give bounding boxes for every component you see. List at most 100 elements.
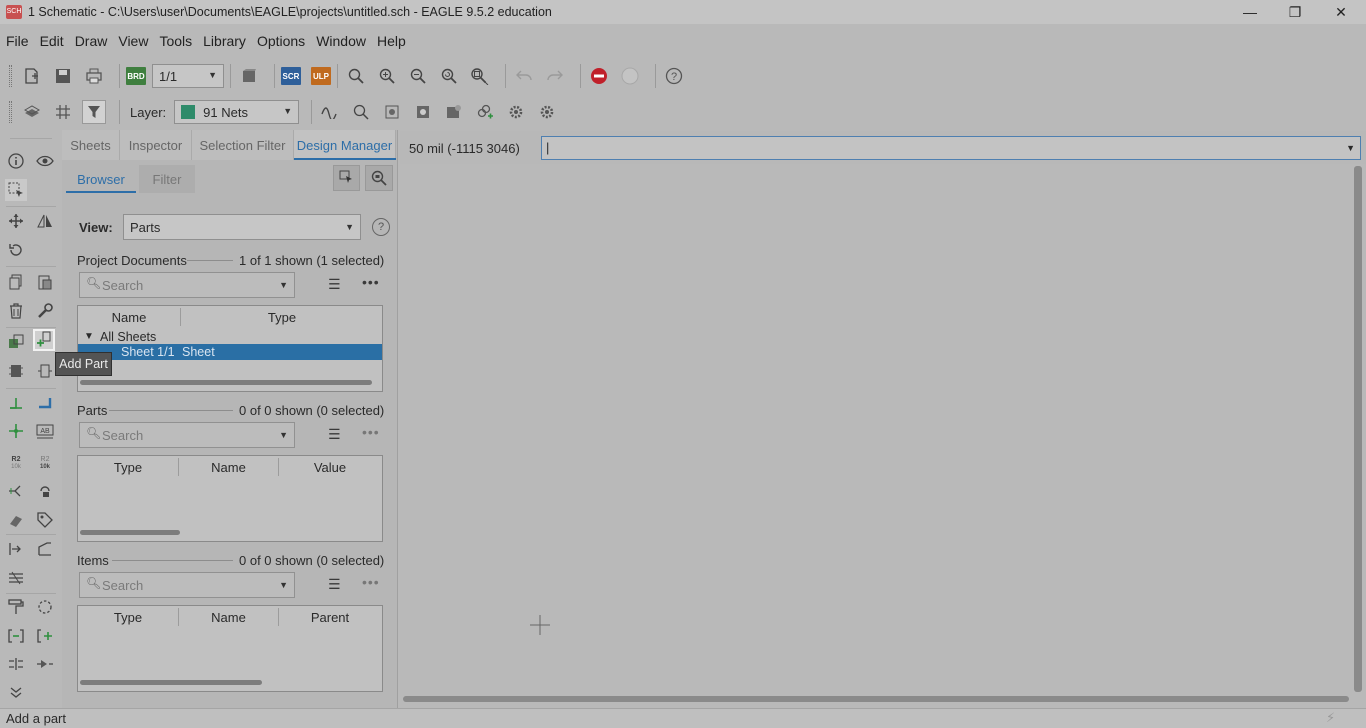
line-icon[interactable] bbox=[34, 538, 56, 560]
more-tools-chevron-icon[interactable] bbox=[5, 681, 27, 703]
module-port-icon[interactable] bbox=[5, 625, 27, 647]
layer-settings-icon[interactable] bbox=[20, 100, 44, 124]
column-header-name[interactable]: Name bbox=[179, 606, 278, 628]
junction-icon[interactable] bbox=[5, 420, 27, 442]
minimize-button[interactable]: — bbox=[1227, 0, 1273, 24]
expand-arrow-icon[interactable]: ▼ bbox=[84, 331, 94, 342]
more-options-icon[interactable]: ••• bbox=[362, 574, 380, 590]
library-manager-icon[interactable] bbox=[411, 100, 435, 124]
toolbar-grip[interactable] bbox=[9, 101, 12, 123]
slice-icon[interactable] bbox=[5, 653, 27, 675]
vertical-scrollbar[interactable] bbox=[1354, 166, 1362, 692]
tag-icon[interactable] bbox=[34, 509, 56, 531]
schematic-canvas[interactable] bbox=[402, 165, 1351, 693]
menu-window[interactable]: Window bbox=[310, 33, 371, 49]
move-icon[interactable] bbox=[5, 210, 27, 232]
print-icon[interactable] bbox=[82, 64, 106, 88]
horizontal-scrollbar[interactable] bbox=[80, 380, 372, 385]
select-group-icon[interactable] bbox=[5, 179, 27, 201]
project-documents-search[interactable]: 🔍︎ Search ▼ bbox=[79, 272, 295, 298]
layer-select[interactable]: 91 Nets ▼ bbox=[174, 100, 300, 124]
replace-icon[interactable] bbox=[5, 331, 27, 353]
column-header-type[interactable]: Type bbox=[78, 606, 178, 628]
tab-selection-filter[interactable]: Selection Filter bbox=[192, 130, 294, 160]
pin-swap-icon[interactable] bbox=[5, 538, 27, 560]
delete-icon[interactable] bbox=[5, 300, 27, 322]
table-row-selected[interactable]: Sheet 1/1 Sheet bbox=[78, 344, 382, 360]
tab-sheets[interactable]: Sheets bbox=[62, 130, 120, 160]
subtab-filter[interactable]: Filter bbox=[139, 165, 195, 193]
more-options-icon[interactable]: ••• bbox=[362, 274, 380, 290]
zoom-redraw-icon[interactable] bbox=[437, 64, 461, 88]
horizontal-scrollbar[interactable] bbox=[80, 530, 180, 535]
name-icon[interactable]: R2 10k bbox=[5, 451, 27, 473]
wire-icon[interactable] bbox=[5, 392, 27, 414]
menu-view[interactable]: View bbox=[112, 33, 153, 49]
horizontal-scrollbar[interactable] bbox=[80, 680, 262, 685]
add-link-icon[interactable] bbox=[473, 100, 497, 124]
cam-processor-icon[interactable] bbox=[237, 64, 261, 88]
menu-edit[interactable]: Edit bbox=[34, 33, 69, 49]
close-button[interactable]: ✕ bbox=[1318, 0, 1364, 24]
menu-options[interactable]: Options bbox=[251, 33, 310, 49]
zoom-select-icon[interactable] bbox=[468, 64, 492, 88]
column-header-type[interactable]: Type bbox=[78, 456, 178, 478]
polygon-icon[interactable] bbox=[34, 596, 56, 618]
invoke-icon[interactable] bbox=[34, 360, 56, 382]
paste-icon[interactable] bbox=[34, 271, 56, 293]
script-icon[interactable]: SCR bbox=[281, 67, 301, 85]
group-all-sheets[interactable]: All Sheets bbox=[100, 330, 156, 344]
net-classes-icon[interactable] bbox=[34, 480, 56, 502]
more-options-icon[interactable]: ••• bbox=[362, 424, 380, 440]
menu-file[interactable]: File bbox=[0, 33, 34, 49]
toolbar-grip[interactable] bbox=[9, 65, 12, 87]
align-icon[interactable] bbox=[5, 567, 27, 589]
change-wrench-icon[interactable] bbox=[34, 300, 56, 322]
info-icon[interactable] bbox=[5, 150, 27, 172]
view-help-icon[interactable]: ? bbox=[372, 218, 390, 236]
help-icon[interactable]: ? bbox=[662, 64, 686, 88]
go-icon[interactable] bbox=[618, 64, 642, 88]
command-input[interactable]: | ▼ bbox=[541, 136, 1361, 160]
package-icon[interactable] bbox=[442, 100, 466, 124]
horizontal-scrollbar[interactable] bbox=[403, 696, 1349, 702]
column-header-value[interactable]: Value bbox=[279, 456, 381, 478]
column-header-name[interactable]: Name bbox=[179, 456, 278, 478]
mirror-icon[interactable] bbox=[34, 210, 56, 232]
zoom-fit-icon[interactable] bbox=[344, 64, 368, 88]
settings-gear-2-icon[interactable] bbox=[535, 100, 559, 124]
items-search[interactable]: 🔍︎ Search ▼ bbox=[79, 572, 295, 598]
show-eye-icon[interactable] bbox=[34, 150, 56, 172]
list-view-icon[interactable]: ☰ bbox=[328, 276, 341, 293]
grid-icon[interactable] bbox=[51, 100, 75, 124]
library-icon[interactable] bbox=[380, 100, 404, 124]
column-header-parent[interactable]: Parent bbox=[279, 606, 381, 628]
filter-icon[interactable] bbox=[82, 100, 106, 124]
add-part-icon[interactable] bbox=[33, 329, 55, 351]
save-icon[interactable] bbox=[51, 64, 75, 88]
value-icon[interactable]: R2 10k bbox=[34, 451, 56, 473]
list-view-icon[interactable]: ☰ bbox=[328, 426, 341, 443]
select-in-canvas-button[interactable] bbox=[333, 165, 360, 191]
copy-icon[interactable] bbox=[5, 271, 27, 293]
module-instance-icon[interactable] bbox=[34, 625, 56, 647]
open-icon[interactable] bbox=[20, 64, 44, 88]
ulp-icon[interactable]: ULP bbox=[311, 67, 331, 85]
view-select[interactable]: Parts ▼ bbox=[123, 214, 361, 240]
menu-help[interactable]: Help bbox=[371, 33, 411, 49]
zoom-to-selection-button[interactable] bbox=[365, 165, 393, 191]
zoom-in-icon[interactable] bbox=[375, 64, 399, 88]
gate-icon[interactable] bbox=[5, 360, 27, 382]
flow-icon[interactable] bbox=[34, 653, 56, 675]
redo-icon[interactable] bbox=[543, 64, 567, 88]
split-icon[interactable] bbox=[5, 480, 27, 502]
parts-search[interactable]: 🔍︎ Search ▼ bbox=[79, 422, 295, 448]
bus-icon[interactable] bbox=[34, 392, 56, 414]
tab-inspector[interactable]: Inspector bbox=[120, 130, 192, 160]
tab-design-manager[interactable]: Design Manager bbox=[294, 130, 396, 160]
paint-roller-icon[interactable] bbox=[5, 596, 27, 618]
label-icon[interactable]: AB bbox=[34, 420, 56, 442]
sheet-select[interactable]: 1/1 ▼ bbox=[152, 64, 224, 88]
chevron-down-icon[interactable]: ▼ bbox=[1346, 143, 1355, 153]
restore-button[interactable]: ❐ bbox=[1272, 0, 1318, 24]
